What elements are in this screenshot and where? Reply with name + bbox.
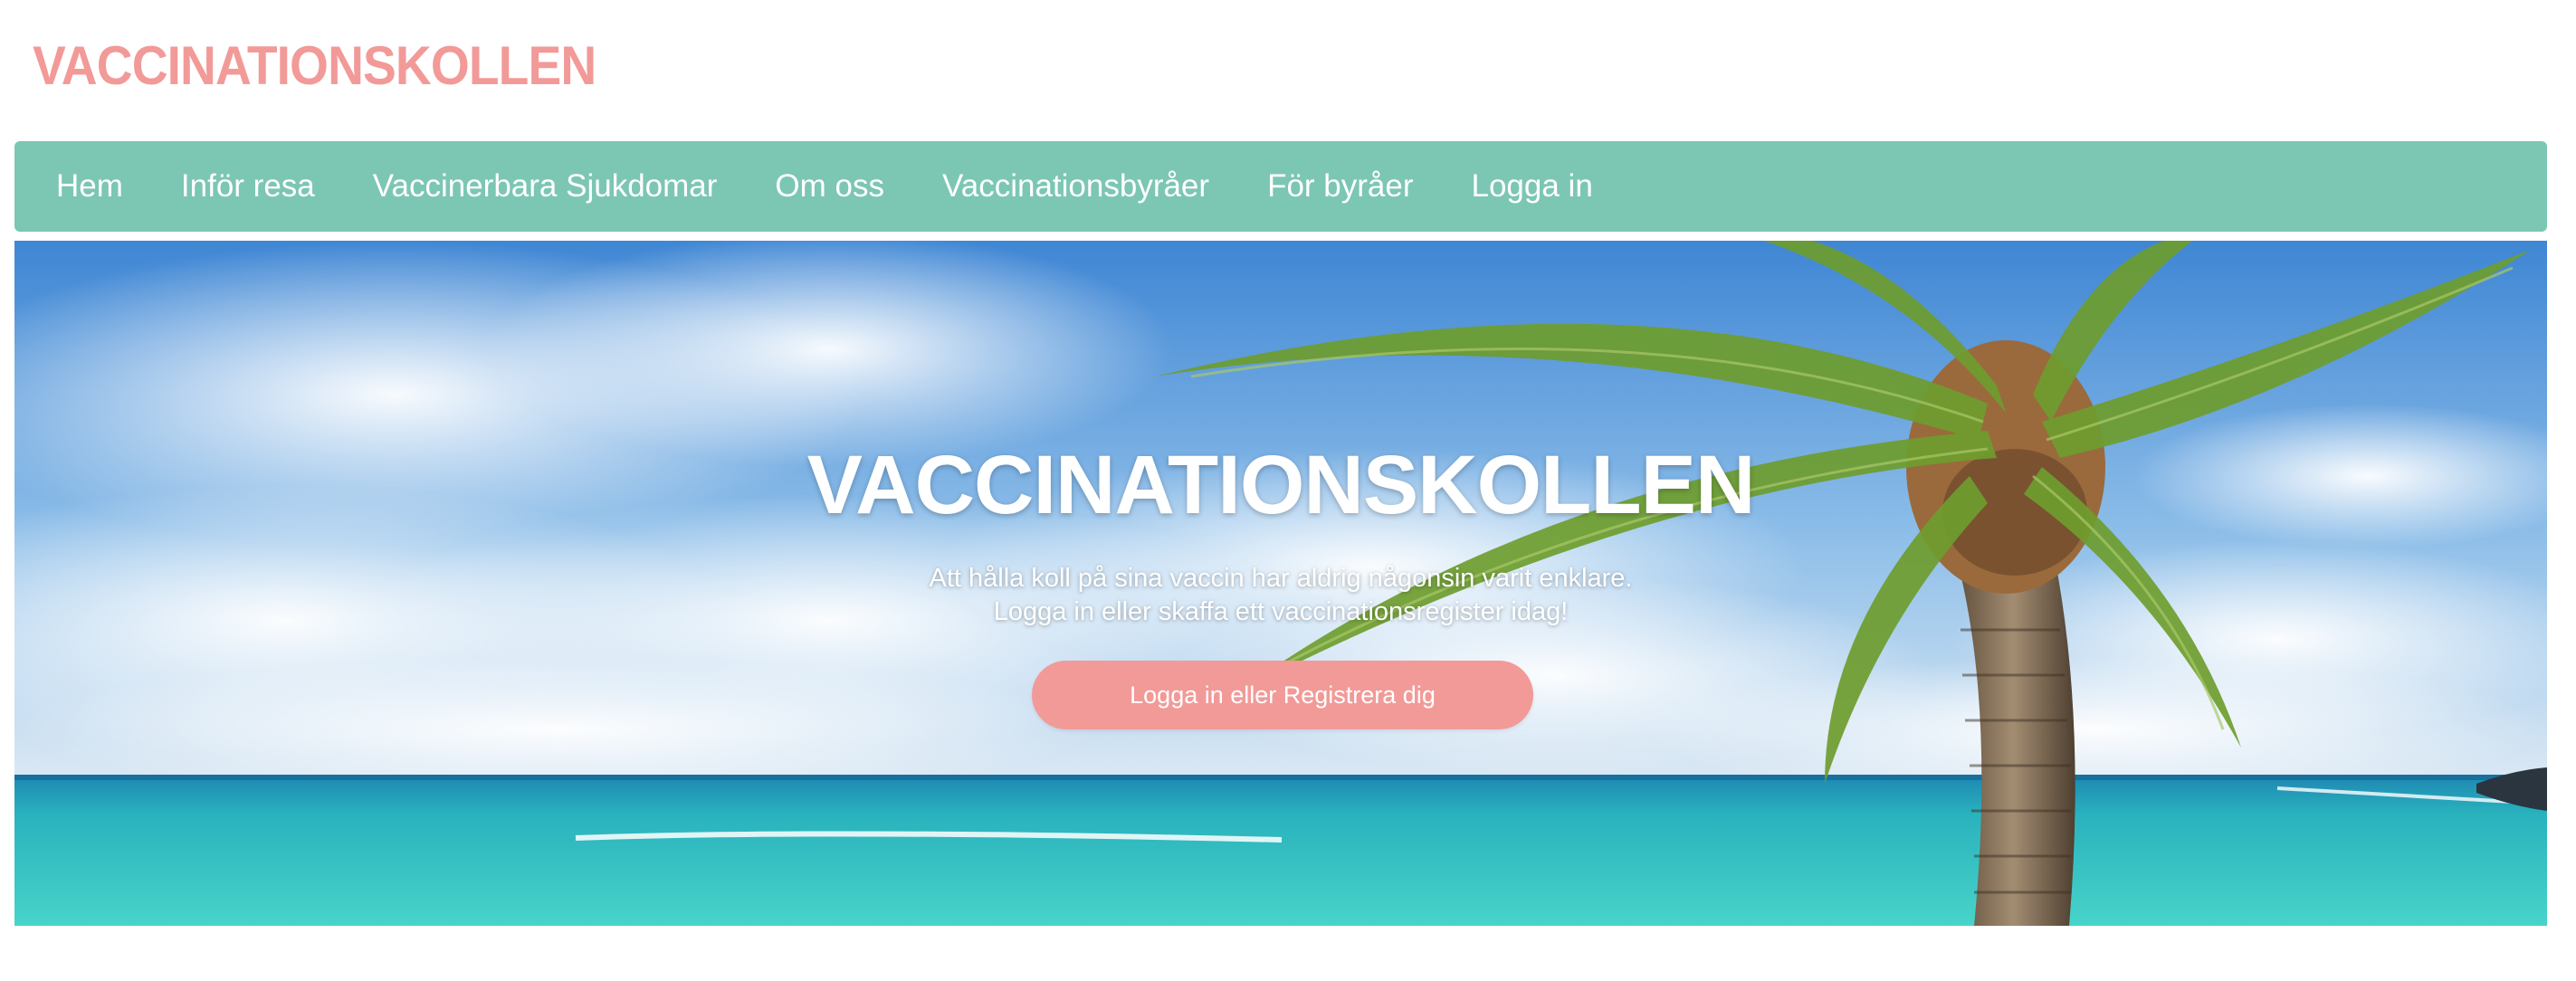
login-or-register-button[interactable]: Logga in eller Registrera dig: [1032, 661, 1533, 729]
hero-subtitle-line2: Logga in eller skaffa ett vaccinationsre…: [993, 597, 1569, 626]
site-logo[interactable]: VACCINATIONSKOLLEN: [33, 34, 596, 97]
nav-item-vaccination-agencies[interactable]: Vaccinationsbyråer: [913, 141, 1238, 232]
nav-item-home[interactable]: Hem: [27, 141, 152, 232]
nav-item-vaccine-diseases[interactable]: Vaccinerbara Sjukdomar: [344, 141, 747, 232]
hero-content: VACCINATIONSKOLLEN Att hålla koll på sin…: [14, 241, 2547, 926]
main-navigation: Hem Inför resa Vaccinerbara Sjukdomar Om…: [14, 141, 2547, 232]
nav-item-before-travel[interactable]: Inför resa: [152, 141, 344, 232]
page: VACCINATIONSKOLLEN Hem Inför resa Vaccin…: [0, 0, 2576, 981]
nav-item-for-agencies[interactable]: För byråer: [1238, 141, 1442, 232]
hero-subtitle-line1: Att hålla koll på sina vaccin har aldrig…: [929, 564, 1633, 593]
nav-item-about[interactable]: Om oss: [746, 141, 913, 232]
nav-item-login[interactable]: Logga in: [1443, 141, 1622, 232]
hero-banner: VACCINATIONSKOLLEN Att hålla koll på sin…: [14, 241, 2547, 926]
hero-title: VACCINATIONSKOLLEN: [806, 439, 1756, 531]
